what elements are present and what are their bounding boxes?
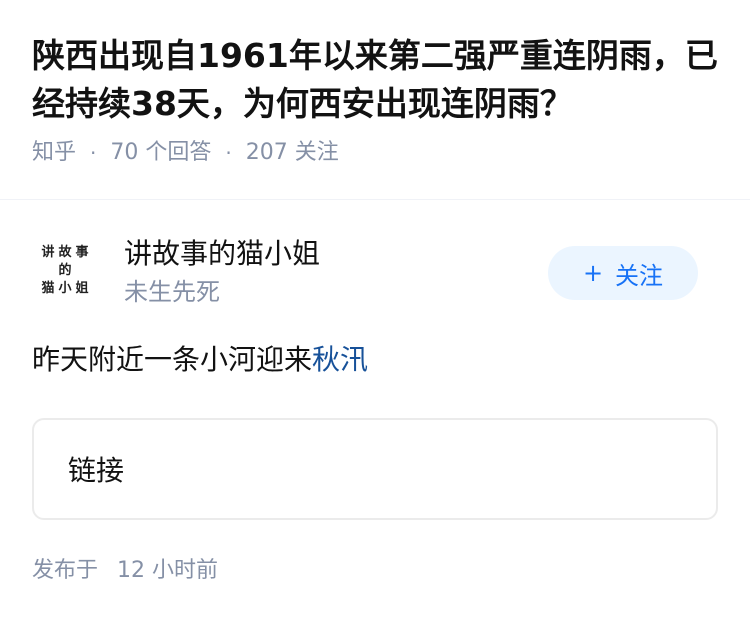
avatar[interactable]: 讲故事 的 猫小姐: [32, 236, 102, 306]
question-title[interactable]: 陕西出现自1961年以来第二强严重连阴雨，已经持续38天，为何西安出现连阴雨？: [32, 32, 718, 128]
meta-separator: ·: [225, 141, 232, 165]
question-header: 陕西出现自1961年以来第二强严重连阴雨，已经持续38天，为何西安出现连阴雨？ …: [0, 0, 750, 168]
publish-time: 12 小时前: [117, 558, 219, 583]
link-card[interactable]: 链接: [32, 418, 718, 520]
keyword-link[interactable]: 秋汛: [312, 343, 368, 376]
avatar-text-line: 猫小姐: [41, 281, 93, 296]
source-label[interactable]: 知乎: [32, 138, 76, 168]
answer-content: 昨天附近一条小河迎来秋汛: [32, 340, 368, 380]
author-info: 讲故事 的 猫小姐 讲故事的猫小姐 未生先死 + 关注: [32, 236, 718, 312]
publish-label: 发布于: [32, 558, 99, 583]
follower-count: 207 关注: [245, 140, 339, 165]
author-bio: 未生先死: [124, 278, 220, 306]
author-name[interactable]: 讲故事的猫小姐: [124, 236, 320, 272]
answer-count[interactable]: 70 个回答: [110, 138, 211, 168]
avatar-text-line: 讲故事: [41, 245, 93, 260]
meta-separator: ·: [90, 141, 97, 165]
question-meta: 知乎 · 70 个回答 · 207 关注: [32, 138, 718, 168]
answer-text: 昨天附近一条小河迎来: [32, 343, 313, 376]
section-divider: [0, 199, 750, 200]
answer-page: 陕西出现自1961年以来第二强严重连阴雨，已经持续38天，为何西安出现连阴雨？ …: [0, 0, 750, 624]
link-card-label: 链接: [68, 454, 125, 487]
follow-label: 关注: [615, 261, 664, 290]
publish-info: 发布于 12 小时前: [32, 556, 218, 586]
plus-icon: +: [582, 259, 604, 287]
avatar-text-line: 的: [58, 263, 76, 278]
follow-button[interactable]: + 关注: [548, 246, 698, 300]
